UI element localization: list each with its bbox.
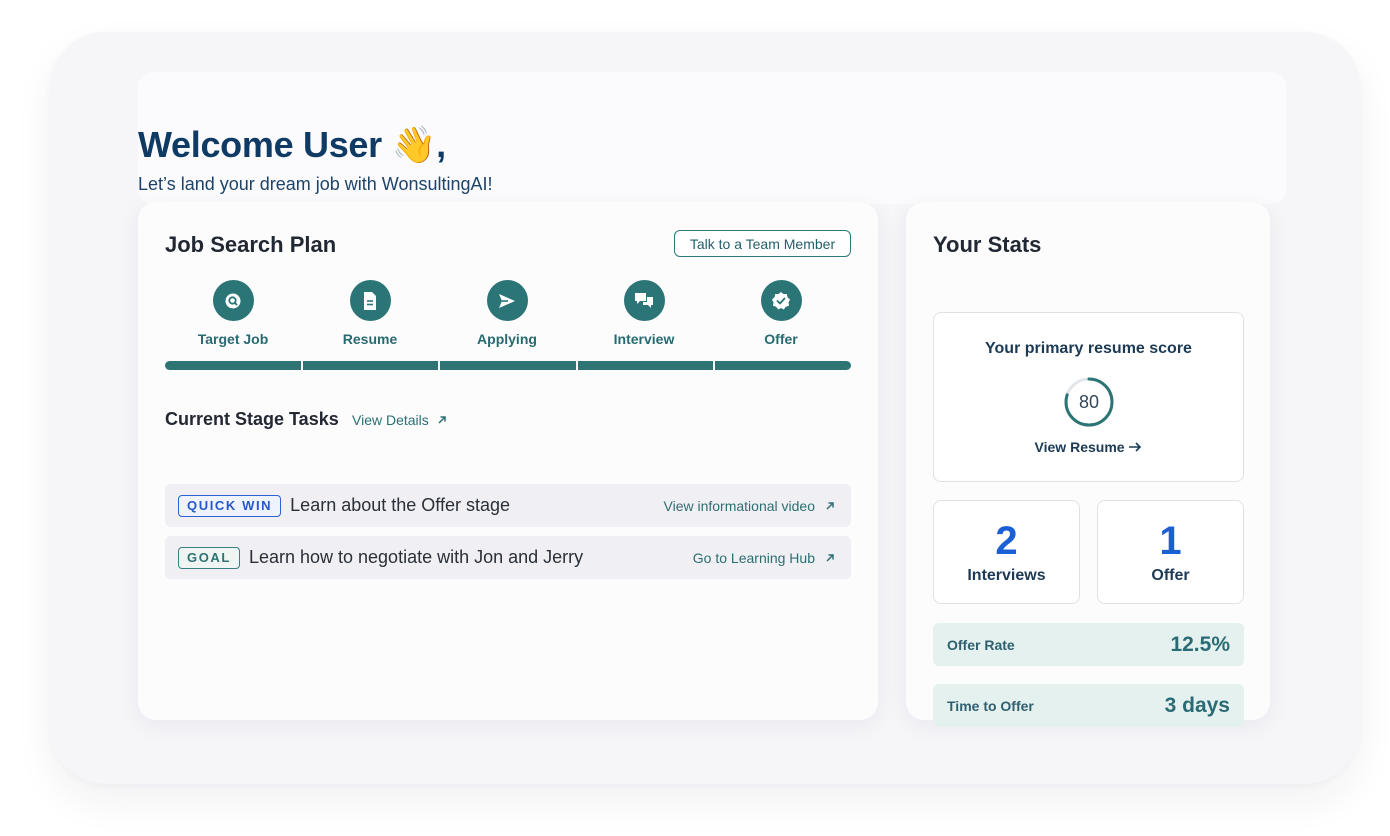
interviews-stat-box: 2 Interviews: [933, 500, 1080, 604]
offers-count: 1: [1159, 519, 1182, 563]
step-interview[interactable]: Interview: [584, 280, 704, 347]
your-stats-title: Your Stats: [933, 232, 1042, 257]
talk-to-team-member-button[interactable]: Talk to a Team Member: [674, 230, 851, 257]
offers-label: Offer: [1151, 567, 1190, 584]
offer-rate-value: 12.5%: [1170, 632, 1230, 656]
progress-segment: [165, 361, 301, 370]
resume-score-value: 80: [1078, 391, 1100, 412]
task-row: GOAL Learn how to negotiate with Jon and…: [165, 536, 851, 579]
arrow-up-right-icon: [825, 498, 835, 514]
arrow-up-right-icon: [437, 412, 447, 428]
stage-progress-bar: [165, 361, 851, 370]
arrow-right-icon: [1128, 439, 1142, 455]
resume-score-box: Your primary resume score 80 View Resume: [933, 312, 1244, 482]
chat-bubbles-icon: [623, 280, 665, 321]
offer-rate-label: Offer Rate: [947, 636, 1015, 653]
task-link-label: Go to Learning Hub: [692, 549, 815, 566]
view-resume-link[interactable]: View Resume: [934, 439, 1243, 455]
job-search-plan-card: Job Search Plan Talk to a Team Member Ta…: [138, 202, 878, 720]
your-stats-card: Your Stats Your primary resume score 80 …: [906, 202, 1270, 727]
welcome-subtitle: Let’s land your dream job with Wonsultin…: [138, 174, 493, 194]
step-label: Interview: [613, 331, 675, 347]
goal-badge: GOAL: [178, 546, 240, 569]
task-row: QUICK WIN Learn about the Offer stage Vi…: [165, 484, 851, 527]
send-icon: [486, 280, 528, 321]
arrow-up-right-icon: [825, 550, 835, 566]
step-label: Applying: [477, 331, 537, 347]
resume-score-title: Your primary resume score: [985, 340, 1192, 357]
document-icon: [349, 280, 391, 321]
current-stage-tasks-title: Current Stage Tasks: [165, 409, 339, 429]
view-resume-label: View Resume: [1034, 439, 1125, 455]
time-to-offer-row: Time to Offer 3 days: [933, 684, 1244, 727]
interviews-label: Interviews: [967, 567, 1046, 584]
step-label: Target Job: [197, 331, 269, 347]
progress-segment: [577, 361, 714, 370]
welcome-title: Welcome User 👋,: [138, 124, 446, 165]
task-text: Learn about the Offer stage: [290, 495, 510, 515]
task-link-label: View informational video: [663, 497, 816, 514]
view-details-link[interactable]: View Details: [352, 412, 447, 428]
quick-win-badge: QUICK WIN: [178, 494, 282, 517]
step-applying[interactable]: Applying: [447, 280, 567, 347]
offers-stat-box: 1 Offer: [1097, 500, 1244, 604]
progress-segment: [440, 361, 576, 370]
task-text: Learn how to negotiate with Jon and Jerr…: [248, 547, 584, 567]
time-to-offer-value: 3 days: [1164, 693, 1230, 717]
view-informational-video-link[interactable]: View informational video: [664, 498, 836, 514]
step-offer[interactable]: Offer: [721, 280, 841, 347]
step-target-job[interactable]: Target Job: [173, 280, 293, 347]
welcome-header: Welcome User 👋, Let’s land your dream jo…: [138, 72, 1286, 204]
job-search-plan-title: Job Search Plan: [165, 232, 337, 257]
app-frame: Welcome User 👋, Let’s land your dream jo…: [50, 32, 1360, 784]
step-label: Resume: [342, 331, 398, 347]
time-to-offer-label: Time to Offer: [947, 697, 1034, 714]
offer-rate-row: Offer Rate 12.5%: [933, 623, 1244, 666]
step-resume[interactable]: Resume: [310, 280, 430, 347]
target-search-icon: [212, 280, 254, 321]
progress-segment: [302, 361, 439, 370]
interviews-count: 2: [995, 519, 1018, 563]
progress-segment: [715, 361, 851, 370]
step-label: Offer: [764, 331, 798, 347]
verified-badge-icon: [760, 280, 802, 321]
go-to-learning-hub-link[interactable]: Go to Learning Hub: [693, 550, 835, 566]
view-details-label: View Details: [352, 412, 429, 428]
